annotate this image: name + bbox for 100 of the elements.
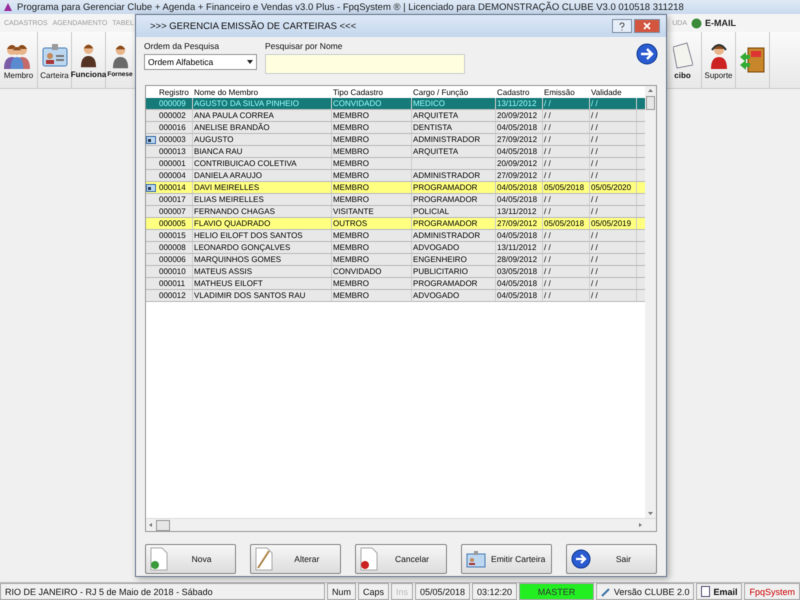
table-cell: 000010 <box>158 266 193 277</box>
table-cell: 04/05/2018 <box>496 194 543 205</box>
table-row[interactable]: 000010 MATEUS ASSIS CONVIDADO PUBLICITARIO 03/05/2018 / / / / <box>146 266 645 278</box>
table-cell: ENGENHEIRO <box>412 254 496 265</box>
action-button[interactable]: Sair <box>566 544 658 574</box>
horizontal-scrollbar[interactable] <box>146 518 656 531</box>
table-cell: 000004 <box>158 170 193 181</box>
table-cell: 13/11/2012 <box>496 242 543 253</box>
table-cell: 04/05/2018 <box>496 290 543 301</box>
table-row[interactable]: 000011 MATHEUS EILOFT MEMBRO PROGRAMADOR 04/05/2018 / / / / <box>146 278 645 290</box>
column-header[interactable]: Tipo Cadastro <box>332 86 412 98</box>
table-row[interactable]: 000003 AUGUSTO MEMBRO ADMINISTRADOR 27/09/2012 / / / / <box>146 134 645 146</box>
table-cell: / / <box>543 98 590 109</box>
column-header[interactable]: Validade <box>590 86 637 98</box>
toolbar-button[interactable]: Funciona <box>72 32 106 88</box>
exit-door-icon <box>738 45 768 75</box>
order-dropdown[interactable]: Ordem Alfabetica <box>144 54 257 70</box>
app-logo-icon <box>3 2 13 12</box>
close-button[interactable] <box>634 19 660 33</box>
table-row[interactable]: 000008 LEONARDO GONÇALVES MEMBRO ADVOGADO 13/11/2012 / / / / <box>146 242 645 254</box>
table-cell: PROGRAMADOR <box>412 182 496 193</box>
toolbar-button[interactable]: Membro <box>0 32 38 88</box>
table-cell: 04/05/2018 <box>496 146 543 157</box>
status-field: RIO DE JANEIRO - RJ 5 de Maio de 2018 - Sábado <box>0 583 325 600</box>
table-cell: MARQUINHOS GOMES <box>193 254 332 265</box>
table-row[interactable]: 000013 BIANCA RAU MEMBRO ARQUITETA 04/05/2018 / / / / <box>146 146 645 158</box>
document-delete-icon <box>360 547 378 571</box>
table-cell: ARQUITETA <box>412 110 496 121</box>
menu-item[interactable]: E-MAIL <box>691 18 736 28</box>
table-cell: 05/05/2018 <box>543 218 590 229</box>
table-cell: / / <box>543 122 590 133</box>
table-row[interactable]: 000007 FERNANDO CHAGAS VISITANTE POLICIAL 13/11/2012 / / / / <box>146 206 645 218</box>
scroll-thumb[interactable] <box>156 520 170 530</box>
table-cell: PROGRAMADOR <box>412 194 496 205</box>
table-cell: MEMBRO <box>332 158 412 169</box>
column-header[interactable]: Cadastro <box>496 86 543 98</box>
table-row[interactable]: 000012 VLADIMIR DOS SANTOS RAU MEMBRO ADVOGADO 04/05/2018 / / / / <box>146 290 645 302</box>
table-row[interactable]: 000015 HELIO EILOFT DOS SANTOS MEMBRO ADMINISTRADOR 04/05/2018 / / / / <box>146 230 645 242</box>
table-cell: DENTISTA <box>412 122 496 133</box>
table-cell: 000008 <box>158 242 193 253</box>
id-card-icon <box>466 550 486 568</box>
status-field: Email <box>696 583 742 600</box>
toolbar-button[interactable]: Carteira <box>38 32 72 88</box>
person-icon <box>112 42 128 68</box>
table-cell: MATHEUS EILOFT <box>193 278 332 289</box>
table-cell: 04/05/2018 <box>496 230 543 241</box>
table-cell: LEONARDO GONÇALVES <box>193 242 332 253</box>
table-cell: 04/05/2018 <box>496 278 543 289</box>
column-header[interactable]: Registro <box>158 86 193 98</box>
table-cell: MEMBRO <box>332 146 412 157</box>
table-cell: MATEUS ASSIS <box>193 266 332 277</box>
table-cell: / / <box>590 122 637 133</box>
table-cell: / / <box>590 98 637 109</box>
toolbar-button[interactable]: Suporte <box>702 32 736 88</box>
globe-icon <box>691 18 702 28</box>
table-cell: 27/09/2012 <box>496 170 543 181</box>
window-title: Programa para Gerenciar Clube + Agenda + Financeiro e Vendas v3.0 Plus - FpqSystem ® | Licenciado para DEMONSTRAÇÃO CLUBE V3.0 010518 311218 <box>17 2 685 12</box>
action-button[interactable]: Emitir Carteira <box>460 544 552 574</box>
table-cell: MEMBRO <box>332 122 412 133</box>
table-cell: 13/11/2012 <box>496 206 543 217</box>
action-button[interactable]: Alterar <box>250 544 342 574</box>
status-field: 03:12:20 <box>472 583 518 600</box>
paper-icon <box>672 40 692 68</box>
column-header[interactable]: Nome do Membro <box>193 86 332 98</box>
table-row[interactable]: 000002 ANA PAULA CORREA MEMBRO ARQUITETA 20/09/2012 / / / / <box>146 110 645 122</box>
table-row[interactable]: 000004 DANIELA ARAUJO MEMBRO ADMINISTRADOR 27/09/2012 / / / / <box>146 170 645 182</box>
table-cell: BIANCA RAU <box>193 146 332 157</box>
table-row[interactable]: 000009 AGUSTO DA SILVA PINHEIO CONVIDADO MEDICO 13/11/2012 / / / / <box>146 98 645 110</box>
table-cell: MEMBRO <box>332 170 412 181</box>
action-button[interactable]: Nova <box>145 544 236 574</box>
table-cell: ADMINISTRADOR <box>412 134 496 145</box>
table-row[interactable]: 000001 CONTRIBUICAO COLETIVA MEMBRO 20/09/2012 / / / / <box>146 158 645 170</box>
table-cell: ARQUITETA <box>412 146 496 157</box>
field-label: Pesquisar por Nome <box>265 41 344 51</box>
action-button[interactable]: Cancelar <box>355 544 447 574</box>
table-cell: / / <box>590 278 637 289</box>
scroll-thumb[interactable] <box>646 96 655 110</box>
column-header[interactable]: Emissão <box>543 86 590 98</box>
table-cell: ANA PAULA CORREA <box>193 110 332 121</box>
table-cell: / / <box>543 110 590 121</box>
table-row[interactable]: 000006 MARQUINHOS GOMES MEMBRO ENGENHEIRO 28/09/2012 / / / / <box>146 254 645 266</box>
person-icon <box>80 42 97 68</box>
column-header[interactable]: Cargo / Função <box>412 86 496 98</box>
dialog-title: >>> GERENCIA EMISSÃO DE CARTEIRAS <<< <box>150 20 358 32</box>
help-button[interactable] <box>612 19 632 33</box>
vertical-scrollbar[interactable] <box>645 86 656 518</box>
table-row[interactable]: 000016 ANELISE BRANDÃO MEMBRO DENTISTA 04/05/2018 / / / / <box>146 122 645 134</box>
table-cell: / / <box>590 254 637 265</box>
search-field[interactable] <box>265 54 465 74</box>
status-field: FpqSystem <box>744 583 800 600</box>
table-cell: DANIELA ARAUJO <box>193 170 332 181</box>
table-row[interactable]: 000014 DAVI MEIRELLES MEMBRO PROGRAMADOR 04/05/2018 05/05/2018 05/05/2020 <box>146 182 645 194</box>
table-cell: MEMBRO <box>332 290 412 301</box>
table-cell: AUGUSTO <box>193 134 332 145</box>
table-row[interactable]: 000005 FLAVIO QUADRADO OUTROS PROGRAMADOR 27/09/2012 05/05/2018 05/05/2019 <box>146 218 645 230</box>
table-cell: / / <box>543 242 590 253</box>
table-row[interactable]: 000017 ELIAS MEIRELLES MEMBRO PROGRAMADOR 04/05/2018 / / / / <box>146 194 645 206</box>
table-cell: / / <box>543 134 590 145</box>
close-icon <box>643 22 651 30</box>
table-cell: PUBLICITARIO <box>412 266 496 277</box>
